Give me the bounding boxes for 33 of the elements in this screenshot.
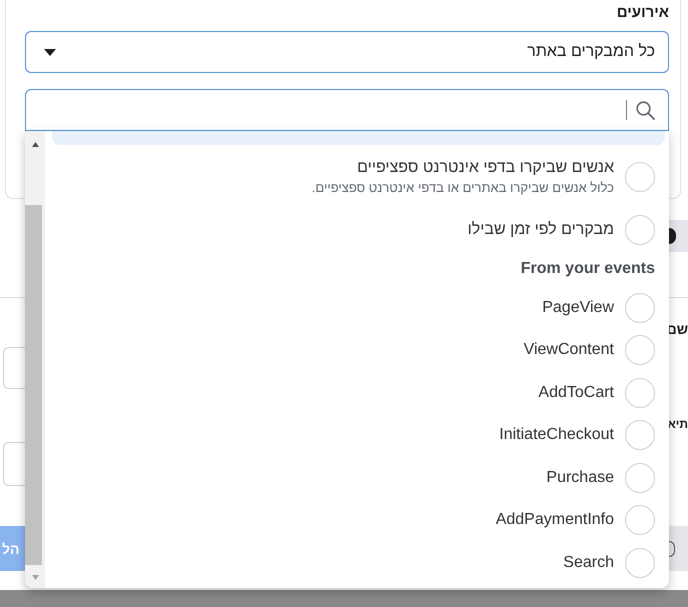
scroll-down-arrow-icon[interactable] xyxy=(32,575,38,580)
option-title[interactable]: Search xyxy=(563,552,614,573)
events-select[interactable]: כל המבקרים באתר xyxy=(25,31,669,73)
search-icon xyxy=(636,100,655,120)
text-cursor xyxy=(626,100,627,120)
scroll-up-arrow-icon[interactable] xyxy=(32,142,38,147)
field-label: אירועים xyxy=(616,4,669,22)
radio-button[interactable] xyxy=(625,162,655,192)
option-description: כלול אנשים שביקרו באתרים או בדפי אינטרנט ספציפיים. xyxy=(312,180,614,196)
option-title[interactable]: PageView xyxy=(542,298,614,318)
input-field[interactable] xyxy=(3,347,25,389)
radio-button[interactable] xyxy=(625,420,655,450)
option-title[interactable]: AddPaymentInfo xyxy=(496,510,614,530)
input-field[interactable] xyxy=(3,442,25,486)
radio-button[interactable] xyxy=(625,548,655,578)
radio-button[interactable] xyxy=(625,214,655,245)
scrollbar-track[interactable] xyxy=(25,131,45,588)
option-title[interactable]: AddToCart xyxy=(538,382,614,403)
option-title[interactable]: InitiateCheckout xyxy=(499,425,614,446)
caret-icon xyxy=(44,48,56,56)
option-title[interactable]: מבקרים לפי זמן שבילו xyxy=(468,220,614,240)
option-title[interactable]: Purchase xyxy=(546,468,614,488)
option-title[interactable]: אנשים שביקרו בדפי אינטרנט ספציפיים xyxy=(357,158,614,178)
radio-button[interactable] xyxy=(625,335,655,366)
section-heading: From your events xyxy=(520,260,655,278)
option-title[interactable]: ViewContent xyxy=(524,340,614,360)
radio-button[interactable] xyxy=(625,378,655,408)
radio-button[interactable] xyxy=(625,505,655,536)
radio-button[interactable] xyxy=(625,462,655,493)
search-field[interactable] xyxy=(25,89,669,131)
radio-button[interactable] xyxy=(625,292,655,323)
scrollbar-thumb[interactable] xyxy=(25,205,42,565)
field-label: תיא xyxy=(668,416,688,433)
